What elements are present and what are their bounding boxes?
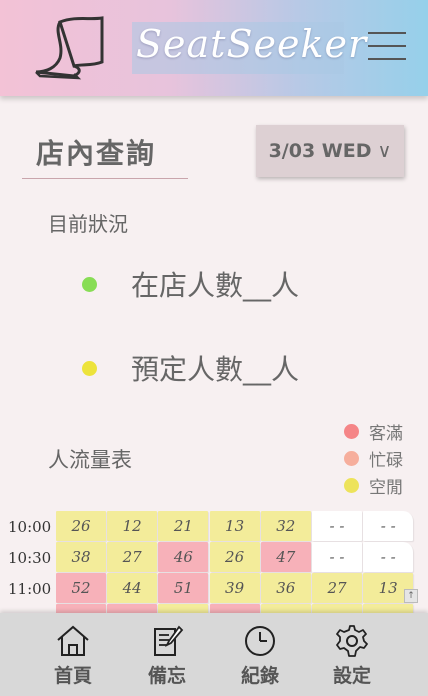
in-store-count: 在店人數__人 [131,269,300,302]
flow-cell[interactable]: 27 [107,542,158,572]
legend-label: 忙碌 [369,451,403,471]
flow-cell[interactable]: 51 [158,573,209,603]
flow-cell[interactable] [158,604,209,613]
flow-cell[interactable]: - - [363,542,414,572]
legend-dot [344,451,359,466]
flow-cell[interactable] [56,604,106,613]
menu-line [368,45,406,47]
flow-cell[interactable]: - - [312,511,362,541]
nav-label: 備忘 [147,665,186,687]
legend: 客滿 忙碌 空閒 [344,418,403,499]
green-status-dot [82,276,97,292]
flow-cell[interactable]: - - [363,511,414,541]
flow-cell[interactable]: 26 [209,542,260,572]
legend-dot [344,424,359,439]
flow-chart-label: 人流量表 [48,448,132,472]
reserved-status: 預定人數__人 [82,348,299,388]
reserved-count: 預定人數__人 [131,353,300,386]
memo-icon [154,625,184,656]
page-title: 店內查詢 [22,132,188,179]
flow-cell[interactable]: 32 [260,511,311,541]
nav-label: 紀錄 [240,665,279,687]
date-label: 3/03 WED [268,140,372,162]
flow-cell[interactable]: 39 [209,573,260,603]
brand-name: SeatSeeker [136,22,368,66]
flow-cell[interactable]: 44 [107,573,158,603]
current-status-label: 目前狀況 [48,212,128,236]
time-label: 11:00 [8,580,52,598]
chevron-down-icon: ∨ [377,140,392,162]
flow-cell[interactable] [107,604,158,613]
app-header: SeatSeeker [0,0,428,96]
flow-cell[interactable]: 27 [312,573,362,603]
flow-cell[interactable]: - - [312,542,362,572]
bottom-nav: 首頁 備忘 紀錄 設定 [0,613,428,696]
flow-cell[interactable]: 21 [158,511,209,541]
legend-label: 空閒 [369,478,403,498]
flow-cell[interactable]: 13 [209,511,260,541]
nav-settings[interactable]: 設定 [317,623,387,688]
flow-cell[interactable] [209,604,260,613]
legend-item-busy: 忙碌 [344,445,403,472]
flow-cell[interactable]: 47 [260,542,311,572]
nav-home[interactable]: 首頁 [38,623,108,688]
legend-item-free: 空閒 [344,472,403,499]
flow-cell[interactable]: 52 [56,573,106,603]
nav-memo[interactable]: 備忘 [132,623,202,688]
flow-cell[interactable]: 26 [56,511,106,541]
menu-line [368,32,406,34]
gear-icon [336,625,368,657]
flow-cell[interactable] [260,604,311,613]
flow-cell[interactable]: 12 [107,511,158,541]
legend-label: 客滿 [369,424,403,444]
flow-cell[interactable] [363,604,414,613]
in-store-status: 在店人數__人 [82,264,299,304]
time-label: 10:30 [8,549,52,567]
date-selector-button[interactable]: 3/03 WED ∨ [256,125,404,177]
flow-cell[interactable]: 46 [158,542,209,572]
nav-label: 首頁 [53,665,92,687]
legend-item-full: 客滿 [344,418,403,445]
home-icon [57,625,89,656]
clock-icon [245,626,275,656]
flow-cell[interactable] [312,604,362,613]
nav-label: 設定 [332,665,371,687]
menu-line [368,58,406,60]
logo-icon [35,16,104,80]
nav-history[interactable]: 紀錄 [225,623,295,688]
flow-cell[interactable]: 36 [260,573,311,603]
time-label: 10:00 [8,518,52,536]
flow-cell[interactable]: 38 [56,542,106,572]
hamburger-menu-button[interactable] [368,32,406,64]
flow-grid[interactable]: 10:00 10:30 11:00 26 12 21 13 32- -- -38 27 46 26… [0,509,428,613]
legend-dot [344,478,359,493]
yellow-status-dot [82,360,97,376]
scroll-up-icon[interactable]: ↑ [404,589,418,603]
